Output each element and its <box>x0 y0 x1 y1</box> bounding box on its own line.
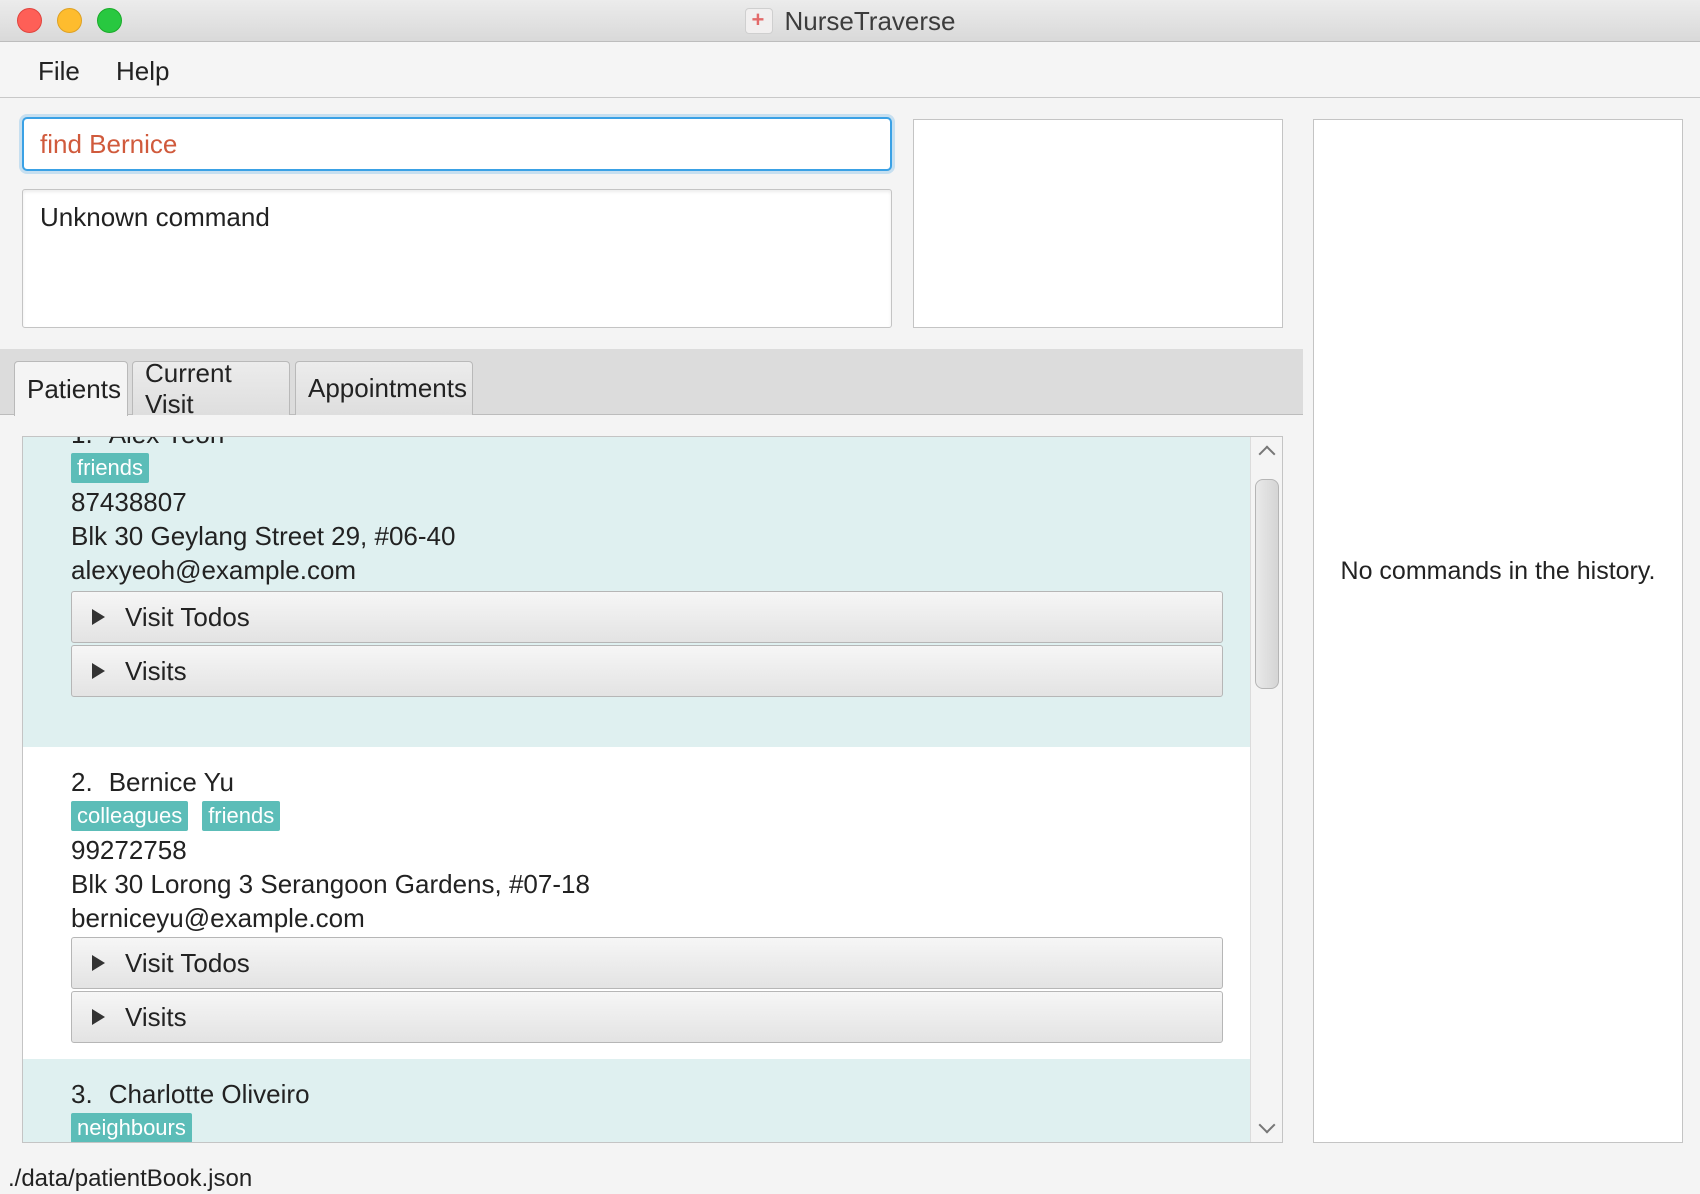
scroll-down-button[interactable] <box>1251 1114 1282 1142</box>
patient-address: Blk 30 Geylang Street 29, #06-40 <box>71 521 456 551</box>
status-bar: ./data/patientBook.json <box>0 1163 1700 1194</box>
patient-name: Charlotte Oliveiro <box>108 1079 310 1109</box>
info-panel <box>913 119 1283 328</box>
visits-accordion[interactable]: Visits <box>71 645 1223 697</box>
patient-tags: colleagues friends <box>71 799 1250 833</box>
tab-current-visit-label: Current Visit <box>145 357 232 419</box>
accordion-label: Visit Todos <box>125 947 250 978</box>
window-title-group: NurseTraverse <box>0 0 1700 42</box>
menu-help[interactable]: Help <box>110 54 175 89</box>
patient-phone: 99272758 <box>71 835 187 865</box>
patient-email: alexyeoh@example.com <box>71 555 357 585</box>
accordion-label: Visits <box>125 655 187 686</box>
app-icon <box>744 7 773 34</box>
patient-index: 1. <box>71 437 93 451</box>
history-empty-text: No commands in the history. <box>1340 556 1656 585</box>
menu-bar: File Help <box>0 42 1700 98</box>
patient-name-line: 2. Bernice Yu <box>71 765 1250 799</box>
patient-tags: friends <box>71 451 1250 485</box>
tag: friends <box>202 801 281 831</box>
patient-tags: neighbours <box>71 1111 1250 1142</box>
patient-email: berniceyu@example.com <box>71 903 365 933</box>
result-display: Unknown command <box>22 189 892 328</box>
patient-name: Bernice Yu <box>108 767 234 797</box>
chevron-up-icon <box>1258 445 1276 463</box>
history-panel: No commands in the history. <box>1313 119 1683 1143</box>
scrollbar[interactable] <box>1250 437 1282 1142</box>
scroll-thumb[interactable] <box>1255 479 1279 689</box>
visit-todos-accordion[interactable]: Visit Todos <box>71 937 1223 989</box>
tag: colleagues <box>71 801 189 831</box>
patient-name: Alex Yeoh <box>109 437 225 451</box>
patient-list[interactable]: 1. Alex Yeoh friends 87438807 Blk 30 Gey… <box>22 436 1283 1143</box>
tab-header: Patients Current Visit Appointments <box>0 349 1303 419</box>
tab-patients[interactable]: Patients <box>14 361 128 416</box>
title-bar: NurseTraverse <box>0 0 1700 42</box>
tab-appointments-label: Appointments <box>308 373 467 403</box>
patient-card[interactable]: 1. Alex Yeoh friends 87438807 Blk 30 Gey… <box>23 437 1250 747</box>
patient-name-line: 3. Charlotte Oliveiro <box>71 1077 1250 1111</box>
patient-card[interactable]: 2. Bernice Yu colleagues friends 9927275… <box>23 747 1250 1059</box>
chevron-down-icon <box>1258 1116 1276 1134</box>
visits-accordion[interactable]: Visits <box>71 991 1223 1043</box>
accordion-label: Visit Todos <box>125 601 250 632</box>
tag: neighbours <box>71 1113 192 1142</box>
visit-todos-accordion[interactable]: Visit Todos <box>71 591 1223 643</box>
expand-arrow-icon <box>92 609 105 625</box>
patient-card[interactable]: 3. Charlotte Oliveiro neighbours 9321028… <box>23 1059 1250 1142</box>
menu-file[interactable]: File <box>32 54 86 89</box>
patient-address: Blk 30 Lorong 3 Serangoon Gardens, #07-1… <box>71 869 590 899</box>
expand-arrow-icon <box>92 1009 105 1025</box>
patient-name-line: 1. Alex Yeoh <box>71 437 1250 451</box>
data-file-path: ./data/patientBook.json <box>8 1165 253 1192</box>
result-text: Unknown command <box>40 202 270 232</box>
tab-patients-label: Patients <box>27 373 121 404</box>
patient-phone: 87438807 <box>71 487 187 517</box>
scroll-up-button[interactable] <box>1251 437 1282 465</box>
tab-appointments[interactable]: Appointments <box>295 361 473 415</box>
tag: friends <box>71 453 150 483</box>
command-input[interactable] <box>22 117 892 171</box>
window-title: NurseTraverse <box>784 5 956 36</box>
patient-index: 2. <box>71 767 93 797</box>
expand-arrow-icon <box>92 663 105 679</box>
patient-index: 3. <box>71 1079 93 1109</box>
tab-current-visit[interactable]: Current Visit <box>132 358 290 419</box>
expand-arrow-icon <box>92 955 105 971</box>
accordion-label: Visits <box>125 1001 187 1032</box>
